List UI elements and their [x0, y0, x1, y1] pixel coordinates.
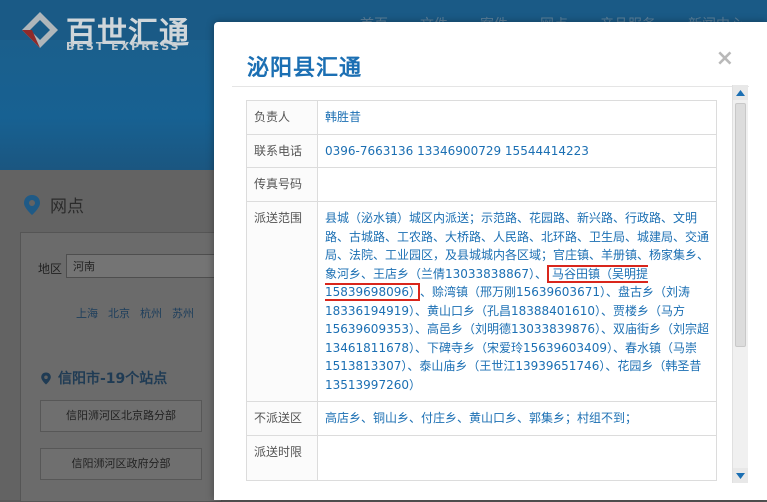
- outlet-detail-dialog: 泌阳县汇通 × 负责人 韩胜昔 联系电话 0396-7663136 133469…: [214, 22, 767, 500]
- scrollbar-thumb[interactable]: [735, 103, 746, 347]
- city-title-text: 信阳市-19个站点: [58, 371, 168, 387]
- city-link[interactable]: 北京: [108, 305, 130, 321]
- row-value: 0396-7663136 13346900729 15544414223: [317, 133, 717, 168]
- scroll-down-icon[interactable]: [733, 468, 748, 483]
- region-input[interactable]: 河南: [66, 254, 216, 278]
- scrollbar[interactable]: [732, 85, 748, 483]
- row-value: 高店乡、铜山乡、付庄乡、黄山口乡、郭集乡；村组不到；: [317, 401, 717, 436]
- location-pin-icon: [41, 372, 51, 384]
- section-title-text: 网点: [50, 197, 84, 217]
- logo-mark-icon: [22, 12, 58, 48]
- table-row: 负责人 韩胜昔: [246, 100, 717, 135]
- location-pin-icon: [24, 194, 40, 215]
- row-value: 县城（泌水镇）城区内派送；示范路、花园路、新兴路、行政路、文明路、古城路、工农路…: [317, 201, 717, 402]
- city-link[interactable]: 苏州: [172, 305, 194, 321]
- divider: [232, 86, 749, 87]
- logo-subtext: BEST EXPRESS: [66, 40, 181, 53]
- close-icon[interactable]: ×: [716, 48, 734, 70]
- table-row: 不派送区 高店乡、铜山乡、付庄乡、黄山口乡、郭集乡；村组不到；: [246, 401, 717, 436]
- row-key: 联系电话: [246, 133, 318, 168]
- scroll-up-icon[interactable]: [733, 85, 748, 100]
- table-row: 联系电话 0396-7663136 13346900729 1554441422…: [246, 133, 717, 168]
- delivery-scope-text: 县城（泌水镇）城区内派送；示范路、花园路、新兴路、行政路、文明路、古城路、工农路…: [325, 211, 710, 281]
- row-key: 派送时限: [246, 434, 318, 481]
- row-key: 传真号码: [246, 167, 318, 202]
- table-row: 传真号码: [246, 167, 717, 202]
- row-value: [317, 434, 717, 481]
- station-button[interactable]: 信阳浉河区政府分部: [40, 448, 202, 480]
- table-row: 派送时限: [246, 434, 717, 481]
- station-button[interactable]: 信阳浉河区北京路分部: [40, 400, 202, 432]
- row-key: 派送范围: [246, 201, 318, 402]
- city-links: 上海 北京 杭州 苏州: [76, 305, 194, 321]
- outlet-info-table: 负责人 韩胜昔 联系电话 0396-7663136 13346900729 15…: [246, 100, 717, 481]
- city-link[interactable]: 杭州: [140, 305, 162, 321]
- row-value: [317, 167, 717, 202]
- table-row: 派送范围 县城（泌水镇）城区内派送；示范路、花园路、新兴路、行政路、文明路、古城…: [246, 201, 717, 402]
- row-key: 负责人: [246, 100, 318, 135]
- row-key: 不派送区: [246, 401, 318, 436]
- logo[interactable]: 百世汇通 BEST EXPRESS: [20, 8, 220, 53]
- city-link[interactable]: 上海: [76, 305, 98, 321]
- row-value: 韩胜昔: [317, 100, 717, 135]
- region-label: 地区: [38, 262, 63, 276]
- city-title: 信阳市-19个站点: [40, 368, 167, 388]
- dialog-title: 泌阳县汇通: [247, 55, 363, 81]
- dialog-scroll-area[interactable]: 负责人 韩胜昔 联系电话 0396-7663136 13346900729 15…: [246, 100, 717, 500]
- section-title: 网点: [22, 192, 84, 217]
